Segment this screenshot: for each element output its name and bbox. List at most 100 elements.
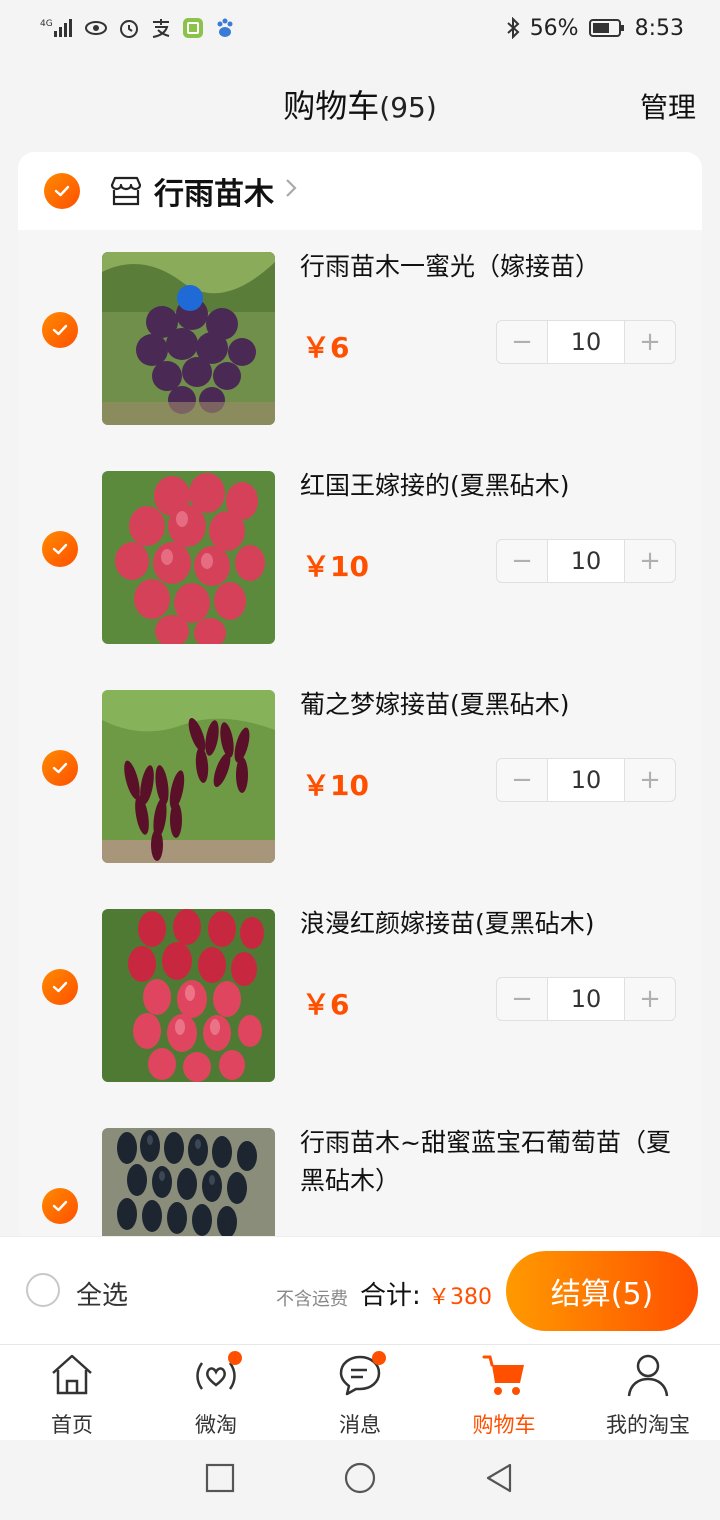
shop-checkbox[interactable] [44, 173, 80, 209]
quantity-stepper: − 10 + [496, 539, 676, 583]
app-notification-icon [182, 17, 204, 39]
product-image[interactable] [102, 252, 275, 425]
checkmark-icon [52, 324, 68, 336]
tab-label: 我的淘宝 [606, 1413, 690, 1437]
quantity-input[interactable]: 10 [547, 321, 625, 363]
message-icon [336, 1351, 386, 1399]
tab-cart[interactable]: 购物车 [432, 1345, 576, 1440]
item-checkbox[interactable] [42, 1188, 78, 1224]
tab-bar: 首页 微淘 消息 购物车 我的淘宝 [0, 1344, 720, 1440]
checkmark-icon [52, 543, 68, 555]
profile-icon [624, 1351, 672, 1399]
notification-dot [372, 1351, 386, 1365]
status-bar: 4G 56% 8:53 [0, 0, 720, 56]
header: 购物车(95) 管理 [0, 56, 720, 152]
product-price: ￥10 [302, 550, 369, 583]
tab-label: 购物车 [472, 1413, 536, 1437]
tab-home[interactable]: 首页 [0, 1345, 144, 1440]
baidu-icon [214, 17, 236, 39]
weitao-icon [192, 1351, 242, 1399]
decrease-button[interactable]: − [497, 321, 547, 363]
decrease-button[interactable]: − [497, 540, 547, 582]
shop-name[interactable]: 行雨苗木 [154, 169, 274, 213]
product-image[interactable] [102, 690, 275, 863]
product-image[interactable] [102, 471, 275, 644]
battery-icon [588, 18, 625, 38]
bluetooth-icon [506, 17, 520, 39]
quantity-input[interactable]: 10 [547, 978, 625, 1020]
home-nav-icon[interactable] [343, 1461, 377, 1499]
cart-icon [480, 1351, 528, 1399]
quantity-stepper: − 10 + [496, 758, 676, 802]
product-price: ￥10 [302, 769, 369, 802]
status-right: 56% 8:53 [506, 16, 684, 41]
tab-profile[interactable]: 我的淘宝 [576, 1345, 720, 1440]
quantity-stepper: − 10 + [496, 320, 676, 364]
alarm-icon [118, 17, 140, 39]
checkmark-icon [52, 1200, 68, 1212]
total-label: 合计: [360, 1281, 421, 1311]
tab-messages[interactable]: 消息 [288, 1345, 432, 1440]
checkmark-icon [54, 185, 70, 197]
product-image[interactable] [102, 909, 275, 1082]
page-title-text: 购物车 [283, 87, 380, 125]
system-nav-bar [0, 1440, 720, 1520]
increase-button[interactable]: + [625, 321, 675, 363]
tab-label: 微淘 [195, 1413, 237, 1437]
quantity-stepper: − 10 + [496, 977, 676, 1021]
tab-label: 首页 [51, 1413, 93, 1437]
increase-button[interactable]: + [625, 978, 675, 1020]
quantity-input[interactable]: 10 [547, 759, 625, 801]
product-title[interactable]: 行雨苗木~甜蜜蓝宝石葡萄苗（夏黑砧木） [300, 1124, 680, 1200]
increase-button[interactable]: + [625, 540, 675, 582]
increase-button[interactable]: + [625, 759, 675, 801]
checkmark-icon [52, 762, 68, 774]
chevron-right-icon[interactable] [284, 176, 298, 206]
product-price: ￥6 [302, 331, 350, 364]
item-checkbox[interactable] [42, 531, 78, 567]
product-title[interactable]: 行雨苗木一蜜光（嫁接苗） [300, 248, 680, 286]
cart-count: (95) [379, 91, 437, 124]
checkmark-icon [52, 981, 68, 993]
tab-label: 消息 [339, 1413, 381, 1437]
item-checkbox[interactable] [42, 750, 78, 786]
product-title[interactable]: 浪漫红颜嫁接苗(夏黑砧木) [300, 905, 680, 943]
item-checkbox[interactable] [42, 969, 78, 1005]
notification-dot [228, 1351, 242, 1365]
signal-icon: 4G [40, 17, 74, 39]
cart-item[interactable]: 行雨苗木~甜蜜蓝宝石葡萄苗（夏黑砧木） [18, 1108, 702, 1242]
product-title[interactable]: 红国王嫁接的(夏黑砧木) [300, 467, 680, 505]
total-value: ￥380 [428, 1285, 492, 1310]
back-icon[interactable] [484, 1462, 516, 1498]
quantity-input[interactable]: 10 [547, 540, 625, 582]
decrease-button[interactable]: − [497, 978, 547, 1020]
select-all-label[interactable]: 全选 [76, 1275, 128, 1312]
product-image[interactable] [102, 1128, 275, 1242]
alipay-icon [150, 17, 172, 39]
recent-apps-icon[interactable] [204, 1462, 236, 1498]
decrease-button[interactable]: − [497, 759, 547, 801]
tab-weitao[interactable]: 微淘 [144, 1345, 288, 1440]
battery-percent: 56% [529, 15, 579, 41]
checkout-button[interactable]: 结算(5) [506, 1251, 698, 1331]
shop-card: 行雨苗木 行雨苗木一蜜光（嫁接苗） ￥6 − 10 + 红国王嫁接的(夏黑砧木)… [18, 152, 702, 1242]
product-title[interactable]: 葡之梦嫁接苗(夏黑砧木) [300, 686, 680, 724]
cart-item[interactable]: 葡之梦嫁接苗(夏黑砧木) ￥10 − 10 + [18, 670, 702, 889]
checkout-bar: 全选 不含运费 合计: ￥380 结算(5) [0, 1236, 720, 1344]
status-left: 4G [40, 17, 236, 39]
select-all-checkbox[interactable] [26, 1273, 60, 1307]
manage-button[interactable]: 管理 [640, 86, 696, 126]
home-icon [48, 1351, 96, 1399]
item-checkbox[interactable] [42, 312, 78, 348]
shipping-note: 不含运费 [276, 1289, 348, 1310]
shop-header[interactable]: 行雨苗木 [18, 152, 702, 230]
eye-icon [84, 19, 108, 37]
store-icon [108, 175, 144, 207]
clock-time: 8:53 [634, 15, 684, 41]
product-price: ￥6 [302, 988, 350, 1021]
cart-item[interactable]: 浪漫红颜嫁接苗(夏黑砧木) ￥6 − 10 + [18, 889, 702, 1108]
page-title: 购物车(95) [283, 81, 437, 127]
cart-item[interactable]: 红国王嫁接的(夏黑砧木) ￥10 − 10 + [18, 451, 702, 670]
cart-item[interactable]: 行雨苗木一蜜光（嫁接苗） ￥6 − 10 + [18, 232, 702, 451]
network-label: 4G [40, 19, 53, 29]
